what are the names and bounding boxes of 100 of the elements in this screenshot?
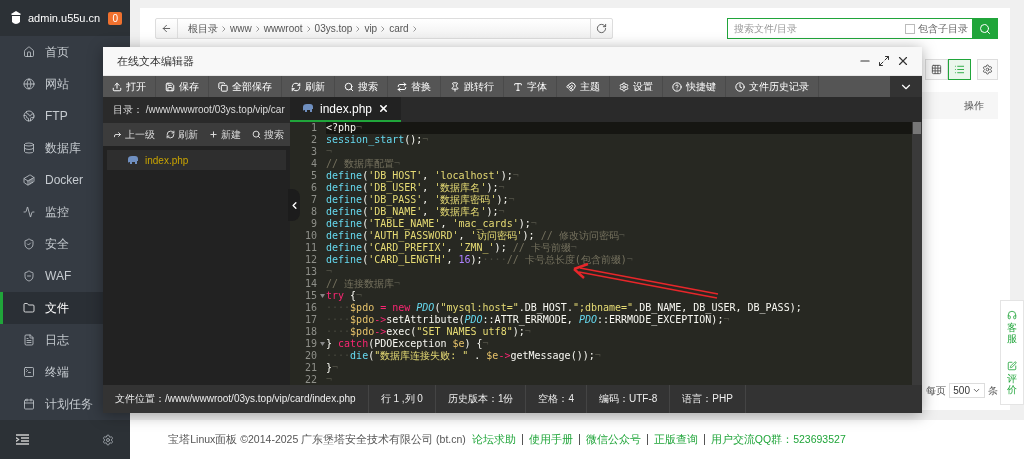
file-tab[interactable]: index.php (290, 97, 402, 122)
breadcrumb-item[interactable]: card (385, 23, 413, 34)
fold-caret-icon[interactable] (320, 294, 325, 298)
site-name: admin.u55u.cn (28, 12, 102, 24)
status-item: 行 1 ,列 0 (368, 385, 436, 413)
line-number: 4 (309, 158, 318, 170)
line-number: 9 (309, 218, 318, 230)
sidebar-label: 网站 (45, 75, 69, 93)
maximize-button[interactable] (878, 55, 890, 67)
collapse-menu-icon[interactable] (16, 434, 29, 445)
list-view-button[interactable] (948, 59, 971, 80)
code-line: define('TABLE_NAME', 'mac_cards');¬ (326, 218, 538, 230)
fold-caret-icon[interactable] (320, 342, 325, 346)
code-line: ¬ (326, 146, 334, 158)
file-item[interactable]: index.php (107, 150, 286, 170)
breadcrumb-item[interactable]: 根目录 (184, 21, 222, 36)
nav-icon (23, 334, 35, 346)
settings-button[interactable] (977, 59, 998, 80)
code-line: ····$pdo->setAttribute(PDO::ATTR_ERRMODE, PDO::ERRMODE_EXCEPTION);¬ (326, 314, 731, 326)
refresh-icon (166, 130, 175, 139)
status-item: 空格：4 (526, 385, 587, 413)
grid-icon (931, 64, 942, 75)
line-number: 3 (309, 146, 318, 158)
sidebar-item[interactable]: 日志 (0, 324, 130, 356)
search-button[interactable] (972, 18, 997, 39)
settings-icon (982, 64, 993, 75)
sidebar-item[interactable]: 安全 (0, 228, 130, 260)
line-number: 6 (309, 182, 318, 194)
code-line: define('DB_NAME', '数据库名');¬ (326, 206, 506, 218)
code-line: ····$pdo = new PDO("mysql:host=".DB_HOST.";dbname=".DB_NAME, DB_USER, DB_PASS); (326, 302, 803, 314)
forward-arrow-icon (113, 130, 122, 139)
line-number: 16 (303, 302, 318, 314)
breadcrumb-item[interactable]: 03ys.top (310, 23, 357, 34)
file-type-icon (302, 104, 314, 113)
breadcrumb-item[interactable]: wwwroot (259, 23, 307, 34)
back-arrow-icon (161, 23, 172, 34)
nav-icon (23, 78, 35, 90)
magnet-icon (566, 81, 576, 92)
help-icon (672, 81, 682, 92)
settings-icon[interactable] (102, 433, 114, 446)
checkbox-label: 包含子目录 (918, 21, 968, 36)
search-box[interactable]: 搜索文件/目录 包含子目录 (727, 18, 998, 39)
nav-icon (23, 302, 35, 314)
save-icon (165, 81, 175, 92)
sidebar-label: 计划任务 (45, 395, 93, 413)
scrollbar[interactable] (912, 122, 922, 385)
code-line: session_start();¬ (326, 134, 430, 146)
search-icon (978, 22, 991, 35)
code-line: }¬ (326, 362, 340, 374)
settings-icon (619, 81, 629, 92)
code-line: define('DB_USER', '数据库名');¬ (326, 182, 506, 194)
nav-icon (23, 270, 35, 282)
line-number: 19 (290, 338, 326, 350)
copyright-text: 宝塔Linux面板 ©2014-2025 广东堡塔安全技术有限公司 (bt.cn) (168, 432, 466, 447)
nav-icon (23, 398, 35, 410)
pagination-label: 条 (988, 383, 998, 398)
code-line: ¬ (326, 374, 334, 385)
file-toolbar-button[interactable]: 搜索 (252, 127, 284, 142)
line-number: 13 (303, 266, 318, 278)
close-icon[interactable] (378, 103, 390, 114)
logo-icon (10, 11, 22, 25)
close-button[interactable] (896, 54, 910, 68)
line-number: 2 (309, 134, 318, 146)
sidebar-item[interactable]: WAF (0, 260, 130, 292)
pin-icon (450, 81, 460, 92)
breadcrumb-item[interactable]: www (226, 23, 256, 34)
chevron-icon (356, 25, 361, 32)
sidebar-label: 安全 (45, 235, 69, 253)
sidebar-label: 终端 (45, 363, 69, 381)
sidebar-item[interactable]: 监控 (0, 196, 130, 228)
file-toolbar-button[interactable]: 新建 (209, 127, 241, 142)
sidebar-item[interactable]: 终端 (0, 356, 130, 388)
line-number: 8 (309, 206, 318, 218)
code-line: try {¬ (326, 290, 364, 302)
file-toolbar-button[interactable]: 上一级 (113, 127, 155, 142)
line-number: 5 (309, 170, 318, 182)
sidebar-label: 监控 (45, 203, 69, 221)
list-icon (954, 64, 965, 75)
line-number: 11 (303, 242, 318, 254)
refresh-icon (596, 23, 607, 34)
page-size-select[interactable]: 500 (949, 383, 985, 398)
headphones-icon[interactable] (1007, 309, 1017, 320)
sidebar-label: 数据库 (45, 139, 81, 157)
sidebar-label: FTP (45, 109, 68, 123)
grid-view-button[interactable] (925, 59, 948, 80)
code-line: define('DB_HOST', 'localhost');¬ (326, 170, 520, 182)
code-line: ····$pdo->exec("SET NAMES utf8");¬ (326, 326, 532, 338)
dialog-title: 在线文本编辑器 (117, 53, 195, 69)
collapse-handle[interactable] (288, 189, 300, 221)
line-number: 21 (303, 362, 318, 374)
caret-icon (972, 386, 981, 395)
status-item: 历史版本：1份 (435, 385, 527, 413)
plus-icon (209, 130, 218, 139)
checkbox[interactable] (905, 23, 915, 34)
sidebar-label: 首页 (45, 43, 69, 61)
code-line: define('CARD_PREFIX', 'ZMN_'); // 卡号前缀¬ (326, 242, 578, 254)
breadcrumb-item[interactable]: vip (360, 23, 382, 34)
file-toolbar-button[interactable]: 刷新 (166, 127, 198, 142)
code-line: define('DB_PASS', '数据库密码');¬ (326, 194, 516, 206)
search-icon (344, 81, 354, 92)
